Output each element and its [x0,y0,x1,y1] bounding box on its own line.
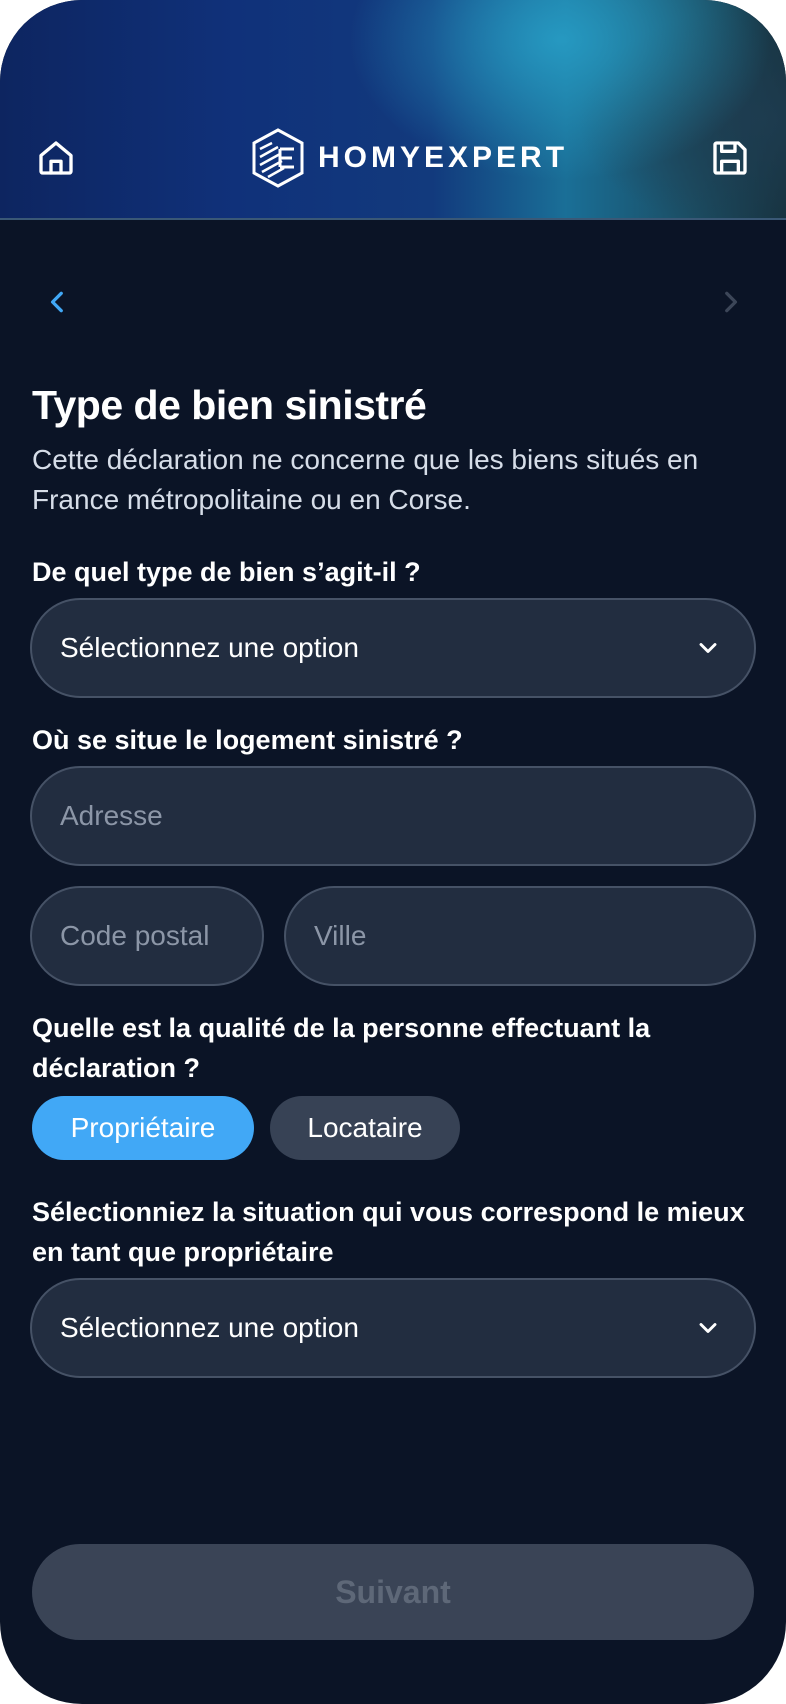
property-type-select[interactable]: Sélectionnez une option [30,598,756,698]
role-option-tenant[interactable]: Locataire [270,1096,460,1160]
next-step-button[interactable] [710,282,750,322]
header: HOMYEXPERT [0,0,786,220]
logo-icon [252,128,304,188]
postal-code-placeholder: Code postal [60,920,210,951]
chevron-left-icon [50,291,63,313]
previous-step-button[interactable] [38,282,78,322]
property-type-select-value: Sélectionnez une option [60,632,359,663]
city-input[interactable]: Ville [284,886,756,986]
brand-logo: HOMYEXPERT [250,126,568,190]
home-button[interactable] [30,130,82,186]
home-icon [39,141,73,175]
page-title: Type de bien sinistré [32,382,427,428]
save-icon [713,141,747,175]
situation-select[interactable]: Sélectionnez une option [30,1278,756,1378]
brand-name: HOMYEXPERT [318,141,569,174]
save-button[interactable] [702,130,758,186]
situation-select-value: Sélectionnez une option [60,1312,359,1343]
next-button[interactable]: Suivant [32,1544,754,1640]
chevron-right-icon [725,291,738,313]
chevron-down-icon [699,643,717,653]
app-screen: HOMYEXPERT Type de bien sinistré Cette d… [0,0,786,1704]
page-subtitle: Cette déclaration ne concerne que les bi… [32,444,699,515]
location-label: Où se situe le logement sinistré ? [32,725,463,755]
postal-code-input[interactable]: Code postal [30,886,264,986]
property-type-label: De quel type de bien s’agit-il ? [32,557,421,587]
role-option-owner[interactable]: Propriétaire [32,1096,254,1160]
situation-label: Sélectionniez la situation qui vous corr… [32,1197,745,1267]
address-placeholder: Adresse [60,800,163,831]
city-placeholder: Ville [314,920,367,951]
chevron-down-icon [699,1323,717,1333]
role-label: Quelle est la qualité de la personne eff… [32,1013,651,1083]
address-input[interactable]: Adresse [30,766,756,866]
